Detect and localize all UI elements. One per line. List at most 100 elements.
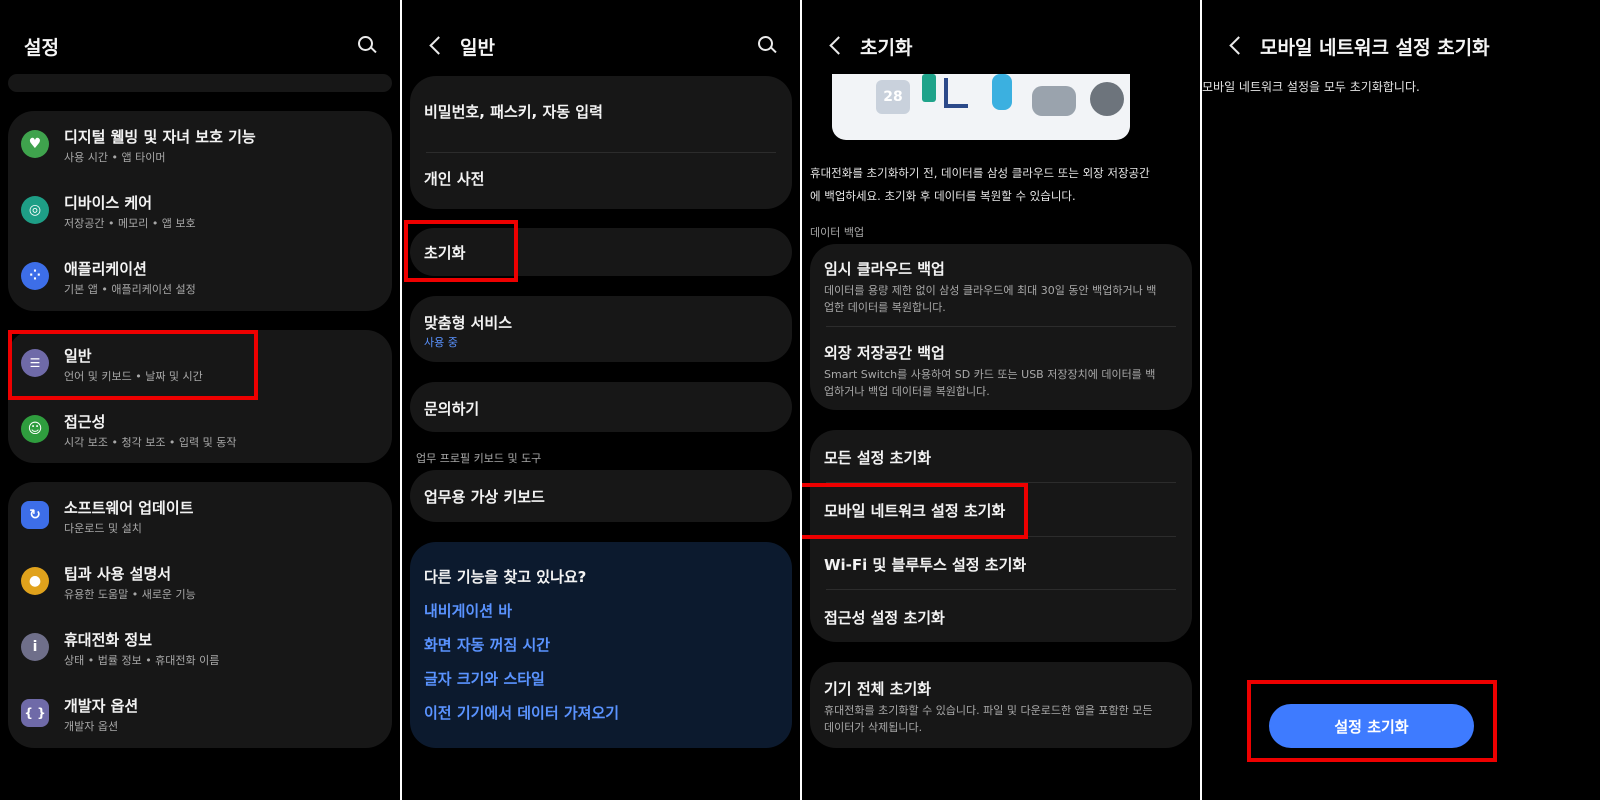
settings-group-3: ↻ 소프트웨어 업데이트 다운로드 및 설치 ● 팁과 사용 설명서 유용한 도… [8, 482, 392, 748]
reset-illustration: 28 [832, 74, 1130, 140]
info-icon: i [21, 633, 49, 661]
settings-item-phone-info[interactable]: i 휴대전화 정보 상태 • 법률 정보 • 휴대전화 이름 [8, 614, 392, 680]
item-subtitle: 휴대전화를 초기화할 수 있습니다. 파일 및 다운로드한 앱을 포함한 모든 … [824, 704, 1153, 734]
header: 설정 [0, 28, 400, 64]
settings-item-developer-options[interactable]: { } 개발자 옵션 개발자 옵션 [8, 680, 392, 746]
settings-item-accessibility[interactable]: ☺ 접근성 시각 보조 • 청각 보조 • 입력 및 동작 [8, 396, 392, 462]
search-icon[interactable] [358, 36, 376, 54]
settings-item-digital-wellbeing[interactable]: ♥ 디지털 웰빙 및 자녀 보호 기능 사용 시간 • 앱 타이머 [8, 111, 392, 177]
settings-screen: 설정 ♥ 디지털 웰빙 및 자녀 보호 기능 사용 시간 • 앱 타이머 ◎ 디… [0, 0, 400, 800]
page-title: 초기화 [860, 36, 913, 59]
item-subtitle: 유용한 도움말 • 새로운 기능 [64, 588, 196, 601]
list-item-reset-accessibility[interactable]: 접근성 설정 초기화 [810, 590, 1192, 642]
item-title: 외장 저장공간 백업 [824, 344, 945, 362]
item-title: 맞춤형 서비스 [424, 314, 513, 332]
code-braces-icon: { } [21, 699, 49, 727]
bulb-icon: ● [21, 567, 49, 595]
link-navigation-bar[interactable]: 내비게이션 바 [424, 600, 512, 621]
previous-card-edge [8, 74, 392, 92]
header: 일반 [402, 28, 800, 64]
item-title: 임시 클라우드 백업 [824, 260, 945, 278]
update-icon: ↻ [21, 501, 49, 529]
description: 모바일 네트워크 설정을 모두 초기화합니다. [1202, 80, 1420, 94]
divider [826, 326, 1176, 327]
item-title: 애플리케이션 [64, 260, 147, 278]
item-title: 비밀번호, 패스키, 자동 입력 [424, 103, 603, 121]
section-label: 데이터 백업 [810, 226, 865, 239]
list-item-external-backup[interactable]: 외장 저장공간 백업 Smart Switch를 사용하여 SD 카드 또는 U… [810, 328, 1192, 408]
page-title: 모바일 네트워크 설정 초기화 [1260, 36, 1490, 59]
list-item-passwords[interactable]: 비밀번호, 패스키, 자동 입력 [410, 92, 792, 142]
illustration-shape [1032, 86, 1076, 116]
link-font-size-style[interactable]: 글자 크기와 스타일 [424, 668, 545, 689]
general-item-work-keyboard[interactable]: 업무용 가상 키보드 [410, 470, 792, 522]
factory-reset-card[interactable]: 기기 전체 초기화 휴대전화를 초기화할 수 있습니다. 파일 및 다운로드한 … [810, 662, 1192, 748]
item-title: 업무용 가상 키보드 [424, 488, 545, 506]
back-icon[interactable] [1226, 36, 1246, 56]
item-status: 사용 중 [424, 336, 458, 349]
page-title: 일반 [460, 36, 495, 59]
item-subtitle: 데이터를 용량 제한 없이 삼성 클라우드에 최대 30일 동안 백업하거나 백… [824, 284, 1157, 314]
settings-item-applications[interactable]: ⁘ 애플리케이션 기본 앱 • 애플리케이션 설정 [8, 243, 392, 309]
item-title: 개발자 옵션 [64, 697, 139, 715]
item-title: 팁과 사용 설명서 [64, 565, 172, 583]
page-title: 설정 [24, 36, 59, 59]
link-screen-timeout[interactable]: 화면 자동 꺼짐 시간 [424, 634, 550, 655]
item-subtitle: 사용 시간 • 앱 타이머 [64, 151, 166, 164]
item-subtitle: 저장공간 • 메모리 • 앱 보호 [64, 217, 196, 230]
general-item-custom-service[interactable]: 맞춤형 서비스 사용 중 [410, 296, 792, 362]
illustration-shape [944, 78, 968, 108]
reset-network-screen: 모바일 네트워크 설정 초기화 모바일 네트워크 설정을 모두 초기화합니다. … [1202, 0, 1600, 800]
general-screen: 일반 비밀번호, 패스키, 자동 입력 개인 사전 초기화 맞춤형 서비스 사용… [402, 0, 800, 800]
settings-item-software-update[interactable]: ↻ 소프트웨어 업데이트 다운로드 및 설치 [8, 482, 392, 548]
item-subtitle: 기본 앱 • 애플리케이션 설정 [64, 283, 196, 296]
item-title: 접근성 [64, 413, 106, 431]
highlight-box [802, 483, 1028, 539]
back-icon[interactable] [426, 36, 446, 56]
device-care-icon: ◎ [21, 196, 49, 224]
section-label: 업무 프로필 키보드 및 도구 [416, 452, 542, 465]
calendar-number: 28 [883, 89, 903, 105]
accessibility-icon: ☺ [21, 415, 49, 443]
back-icon[interactable] [826, 36, 846, 56]
general-group-1: 비밀번호, 패스키, 자동 입력 개인 사전 [410, 76, 792, 209]
item-title: 모든 설정 초기화 [824, 449, 932, 467]
settings-group-1: ♥ 디지털 웰빙 및 자녀 보호 기능 사용 시간 • 앱 타이머 ◎ 디바이스… [8, 111, 392, 311]
list-item-reset-wifi-bluetooth[interactable]: Wi-Fi 및 블루투스 설정 초기화 [810, 537, 1192, 590]
suggestions-title: 다른 기능을 찾고 있나요? [424, 568, 587, 586]
header: 초기화 [802, 28, 1200, 64]
item-title: 접근성 설정 초기화 [824, 609, 945, 627]
illustration-shape [992, 74, 1012, 110]
general-item-contact-us[interactable]: 문의하기 [410, 382, 792, 432]
item-title: Wi-Fi 및 블루투스 설정 초기화 [824, 556, 1027, 574]
search-icon[interactable] [758, 36, 776, 54]
divider [426, 152, 776, 153]
item-subtitle: 상태 • 법률 정보 • 휴대전화 이름 [64, 654, 220, 667]
link-import-data[interactable]: 이전 기기에서 데이터 가져오기 [424, 702, 619, 723]
item-title: 휴대전화 정보 [64, 631, 153, 649]
item-title: 디바이스 케어 [64, 194, 153, 212]
item-subtitle: 시각 보조 • 청각 보조 • 입력 및 동작 [64, 436, 237, 449]
highlight-box [404, 220, 518, 282]
settings-item-tips[interactable]: ● 팁과 사용 설명서 유용한 도움말 • 새로운 기능 [8, 548, 392, 614]
item-subtitle: 개발자 옵션 [64, 720, 119, 733]
item-title: 디지털 웰빙 및 자녀 보호 기능 [64, 128, 256, 146]
item-subtitle: 다운로드 및 설치 [64, 522, 142, 535]
apps-icon: ⁘ [21, 262, 49, 290]
reset-screen: 초기화 28 휴대전화를 초기화하기 전, 데이터를 삼성 클라우드 또는 외장… [802, 0, 1200, 800]
list-item-cloud-backup[interactable]: 임시 클라우드 백업 데이터를 용량 제한 없이 삼성 클라우드에 최대 30일… [810, 244, 1192, 324]
reset-description: 휴대전화를 초기화하기 전, 데이터를 삼성 클라우드 또는 외장 저장공간에 … [810, 166, 1150, 203]
highlight-box [8, 330, 258, 400]
calendar-icon: 28 [876, 80, 910, 114]
backup-card: 임시 클라우드 백업 데이터를 용량 제한 없이 삼성 클라우드에 최대 30일… [810, 244, 1192, 410]
item-title: 개인 사전 [424, 170, 485, 188]
item-title: 기기 전체 초기화 [824, 680, 932, 698]
settings-item-device-care[interactable]: ◎ 디바이스 케어 저장공간 • 메모리 • 앱 보호 [8, 177, 392, 243]
list-item-personal-dictionary[interactable]: 개인 사전 [410, 156, 792, 208]
header: 모바일 네트워크 설정 초기화 [1202, 28, 1600, 64]
item-subtitle: Smart Switch를 사용하여 SD 카드 또는 USB 저장장치에 데이… [824, 368, 1156, 398]
heart-icon: ♥ [21, 130, 49, 158]
illustration-shape [1090, 82, 1124, 116]
list-item-reset-all-settings[interactable]: 모든 설정 초기화 [810, 430, 1192, 482]
item-title: 소프트웨어 업데이트 [64, 499, 194, 517]
